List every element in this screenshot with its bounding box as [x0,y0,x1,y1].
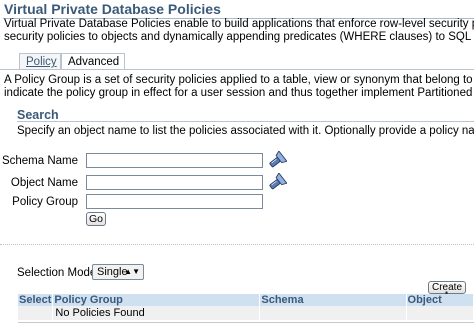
policy-group-label: Policy Group [12,196,78,208]
flashlight-icon[interactable] [267,173,287,191]
search-hint: Specify an object name to list the polic… [17,125,474,137]
selection-mode-value: Single [97,266,128,278]
description-line-1: A Policy Group is a set of security poli… [4,74,474,86]
schema-name-label: Schema Name [1,155,78,167]
table-cell-empty [406,306,474,320]
tab-underline [0,69,474,70]
policies-table: Select Policy Group Schema Object No Pol… [18,294,474,320]
column-header-policy-group[interactable]: Policy Group [52,294,261,306]
section-divider [0,244,474,245]
table-bottom-rule [18,322,474,323]
chevron-updown-icon: ▲▼ [124,267,140,276]
object-name-input[interactable] [86,175,263,190]
table-header-row: Select Policy Group Schema Object [18,294,474,306]
column-header-schema[interactable]: Schema [259,294,407,306]
search-underline [17,121,474,122]
policy-group-input[interactable] [86,194,263,209]
intro-line-2: security policies to objects and dynamic… [4,31,474,43]
page-title: Virtual Private Database Policies [4,1,221,17]
table-row: No Policies Found [18,306,474,320]
table-cell-empty [18,306,54,320]
tab-advanced[interactable]: Advanced [61,53,125,70]
tab-policy[interactable]: Policy [19,53,61,70]
search-heading: Search [17,108,59,122]
go-button[interactable]: Go [86,212,106,226]
policy-group-description: A Policy Group is a set of security poli… [4,74,474,100]
object-name-label: Object Name [10,177,78,189]
intro-text: Virtual Private Database Policies enable… [4,18,474,44]
flashlight-icon[interactable] [267,151,287,169]
intro-line-1: Virtual Private Database Policies enable… [4,18,474,30]
selection-mode-select[interactable]: Single ▲▼ [92,264,144,280]
description-line-2: indicate the policy group in effect for … [4,87,474,99]
table-cell-empty [259,306,407,320]
column-header-object[interactable]: Object [406,294,474,306]
schema-name-input[interactable] [86,153,263,168]
empty-message: No Policies Found [52,306,261,320]
column-header-select: Select [18,293,54,306]
selection-mode-label: Selection Mode [17,267,97,279]
